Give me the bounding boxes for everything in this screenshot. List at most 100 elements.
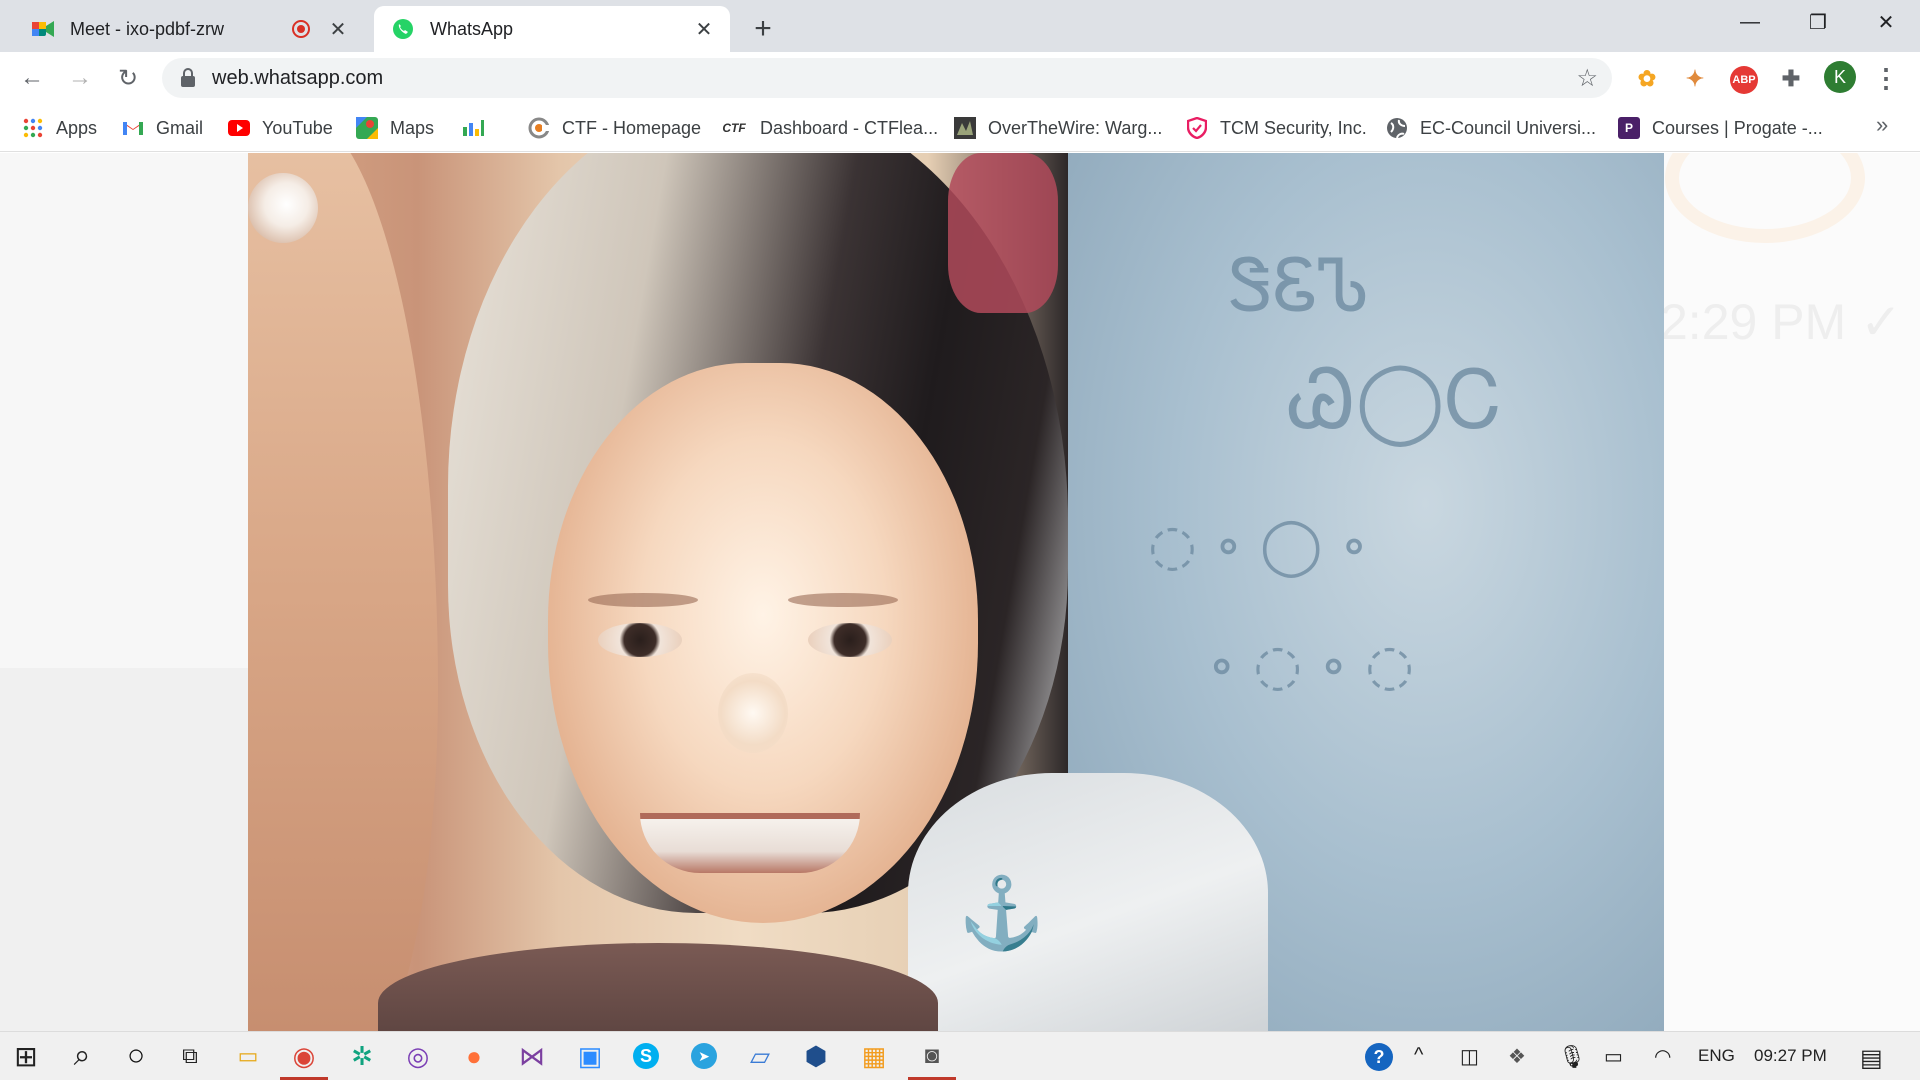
firefox-icon[interactable]: ● bbox=[456, 1038, 492, 1074]
telegram-icon[interactable]: ➤ bbox=[686, 1038, 722, 1074]
camera-icon[interactable]: ◙ bbox=[908, 1038, 956, 1080]
photo-nose bbox=[718, 673, 788, 753]
browser-toolbar: ← → ↻ web.whatsapp.com ☆ ✿ ✦ ABP ✚ K ⋮ bbox=[0, 52, 1920, 104]
search-icon[interactable]: ⌕ bbox=[64, 1038, 100, 1074]
reload-button[interactable]: ↻ bbox=[112, 62, 144, 94]
zoom-icon[interactable]: ▣ bbox=[572, 1038, 608, 1074]
bookmark-progate[interactable]: P Courses | Progate -... bbox=[1618, 114, 1823, 142]
photo-wall-marking: ∘ ◌ ∘ ◌ bbox=[1208, 633, 1415, 698]
cortana-icon[interactable]: ○ bbox=[118, 1038, 154, 1074]
photo-adult-face bbox=[248, 153, 438, 1031]
dropbox-icon[interactable]: ❖ bbox=[1508, 1044, 1526, 1069]
ctf-text-icon: CTF bbox=[722, 121, 746, 135]
photo-wall-marking: Ꮚ◯Ꮯ bbox=[1288, 353, 1502, 446]
photo-eye bbox=[808, 623, 892, 657]
system-clock[interactable]: 09:27 PM bbox=[1754, 1046, 1827, 1066]
maps-icon bbox=[356, 117, 378, 139]
photo-eye bbox=[598, 623, 682, 657]
photo-ribbon bbox=[948, 153, 1058, 313]
visual-studio-icon[interactable]: ⋈ bbox=[514, 1038, 550, 1074]
ctf-homepage-icon bbox=[528, 117, 550, 139]
task-view-icon[interactable]: ⧉ bbox=[172, 1038, 208, 1074]
media-viewer-image[interactable]: ᏕᏋᏖ Ꮚ◯Ꮯ ◌ ∘ ◯ ∘ ∘ ◌ ∘ ◌ ⚓ bbox=[248, 153, 1664, 1031]
show-hidden-icons-chevron-icon[interactable]: ^ bbox=[1414, 1044, 1423, 1067]
progate-icon: P bbox=[1618, 117, 1640, 139]
back-button[interactable]: ← bbox=[16, 62, 48, 94]
close-tab-icon[interactable]: ✕ bbox=[692, 17, 716, 41]
file-explorer-icon[interactable]: ▭ bbox=[230, 1038, 266, 1074]
tab-meet[interactable]: Meet - ixo-pdbf-zrw ✕ bbox=[14, 6, 364, 52]
address-bar[interactable]: web.whatsapp.com ☆ bbox=[162, 58, 1612, 98]
help-tray-icon[interactable]: ? bbox=[1362, 1040, 1396, 1074]
chrome-icon[interactable]: ◉ bbox=[280, 1038, 328, 1080]
youtube-icon bbox=[228, 117, 250, 139]
language-indicator[interactable]: ENG bbox=[1698, 1046, 1735, 1066]
whatsapp-icon bbox=[392, 18, 414, 40]
adblock-plus-icon[interactable]: ABP bbox=[1730, 66, 1758, 94]
bookmark-label: EC-Council Universi... bbox=[1420, 117, 1597, 138]
restore-button[interactable]: ❐ bbox=[1784, 0, 1852, 44]
bookmark-label: YouTube bbox=[262, 117, 333, 138]
bookmark-label: OverTheWire: Warg... bbox=[988, 117, 1163, 138]
anchor-pattern-icon: ⚓ bbox=[958, 874, 1046, 952]
close-tab-icon[interactable]: ✕ bbox=[326, 17, 350, 41]
skype-glyph: S bbox=[633, 1043, 659, 1069]
bookmark-apps[interactable]: Apps bbox=[22, 114, 97, 142]
chat-list-lower bbox=[0, 668, 248, 1031]
bookmark-star-icon[interactable]: ☆ bbox=[1576, 64, 1598, 93]
battery-icon[interactable]: ▭ bbox=[1604, 1044, 1623, 1069]
bookmark-label: Maps bbox=[390, 117, 435, 138]
url-text[interactable]: web.whatsapp.com bbox=[212, 67, 1576, 90]
bookmark-maps[interactable]: Maps bbox=[356, 114, 434, 142]
photo-adult-eye bbox=[248, 173, 318, 243]
emoji-extension-icon[interactable]: ✿ bbox=[1634, 66, 1660, 92]
minimize-button[interactable]: — bbox=[1716, 0, 1784, 44]
apps-grid-icon bbox=[22, 117, 44, 139]
extensions-puzzle-icon[interactable]: ✚ bbox=[1778, 66, 1804, 92]
browser-menu-icon[interactable]: ⋮ bbox=[1873, 62, 1899, 94]
tab-title: Meet - ixo-pdbf-zrw bbox=[70, 18, 225, 39]
bookmark-overthewire[interactable]: OverTheWire: Warg... bbox=[954, 114, 1162, 142]
bookmarks-overflow-button[interactable]: » bbox=[1876, 112, 1888, 138]
bookmark-analytics[interactable] bbox=[462, 114, 496, 142]
photo-eyebrow bbox=[788, 593, 898, 607]
virtualbox-icon[interactable]: ⬢ bbox=[798, 1038, 834, 1074]
tab-whatsapp[interactable]: WhatsApp ✕ bbox=[374, 6, 730, 52]
bookmark-gmail[interactable]: Gmail bbox=[122, 114, 203, 142]
meet-now-icon[interactable]: ◫ bbox=[1460, 1044, 1479, 1069]
analytics-icon bbox=[462, 117, 484, 139]
bookmark-label: TCM Security, Inc. bbox=[1220, 117, 1367, 138]
bookmark-label: Gmail bbox=[156, 117, 204, 138]
vmware-icon[interactable]: ▦ bbox=[856, 1038, 892, 1074]
skype-icon[interactable]: S bbox=[628, 1038, 664, 1074]
bookmark-ec-council[interactable]: EC-Council Universi... bbox=[1386, 114, 1596, 142]
photo-wall-marking: ◌ ∘ ◯ ∘ bbox=[1148, 513, 1368, 578]
windows-start-icon[interactable]: ⊞ bbox=[8, 1038, 44, 1074]
background-message-time: 2:29 PM ✓ bbox=[1660, 294, 1902, 350]
profile-avatar[interactable]: K bbox=[1824, 61, 1856, 93]
forward-button[interactable]: → bbox=[64, 62, 96, 94]
cookie-extension-icon[interactable]: ✦ bbox=[1682, 66, 1708, 92]
recording-indicator-icon bbox=[292, 20, 310, 38]
bookmark-label: Apps bbox=[56, 117, 98, 138]
google-meet-icon bbox=[32, 18, 54, 40]
bookmark-tcm-security[interactable]: TCM Security, Inc. bbox=[1186, 114, 1367, 142]
whatsapp-page: 2:29 PM ✓ ᏕᏋᏖ Ꮚ◯Ꮯ ◌ ∘ ◯ ∘ ∘ ◌ ∘ ◌ ⚓ bbox=[0, 153, 1920, 1031]
photo-wall-marking: ᏕᏋᏖ bbox=[1228, 243, 1370, 327]
laptop-app-icon[interactable]: ▱ bbox=[742, 1038, 778, 1074]
bookmark-youtube[interactable]: YouTube bbox=[228, 114, 333, 142]
bookmark-ctflearn-dashboard[interactable]: CTF Dashboard - CTFlea... bbox=[720, 114, 938, 142]
tab-strip: Meet - ixo-pdbf-zrw ✕ WhatsApp ✕ + — ❐ ✕ bbox=[0, 0, 1920, 52]
photo-collar bbox=[378, 943, 938, 1031]
photo-smile bbox=[640, 813, 860, 873]
new-tab-button[interactable]: + bbox=[746, 12, 780, 46]
microphone-icon[interactable]: 🎙 bbox=[1558, 1044, 1586, 1070]
photo-eyebrow bbox=[588, 593, 698, 607]
wifi-icon[interactable]: ◠ bbox=[1654, 1044, 1671, 1069]
bookmark-ctf-homepage[interactable]: CTF - Homepage bbox=[528, 114, 701, 142]
close-window-button[interactable]: ✕ bbox=[1852, 0, 1920, 44]
tor-browser-icon[interactable]: ◎ bbox=[400, 1038, 436, 1074]
notifications-icon[interactable]: ▤ bbox=[1860, 1044, 1883, 1073]
lock-icon[interactable] bbox=[180, 68, 196, 88]
chatgpt-icon[interactable]: ✲ bbox=[344, 1038, 380, 1074]
